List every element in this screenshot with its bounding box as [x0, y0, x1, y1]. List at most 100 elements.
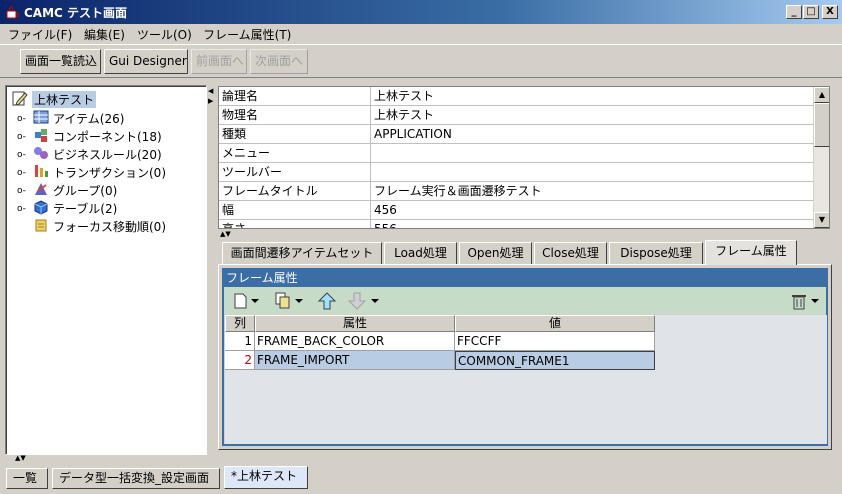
menu-tools[interactable]: ツール(O) [137, 26, 192, 43]
property-scrollbar[interactable]: ▲ ▼ [813, 87, 829, 228]
delete-icon[interactable] [790, 292, 824, 310]
menu-file[interactable]: ファイル(F) [8, 26, 72, 43]
attribute-cell[interactable]: FRAME_IMPORT [255, 351, 455, 370]
tab-frame-attributes[interactable]: フレーム属性 [705, 240, 797, 265]
gui-designer-button[interactable]: Gui Designer [104, 49, 188, 74]
scroll-down-icon[interactable]: ▼ [814, 212, 829, 228]
focus-order-icon [35, 219, 47, 232]
bottom-splitter[interactable]: ▲▼ [5, 454, 835, 464]
property-value[interactable]: フレーム実行＆画面遷移テスト [372, 182, 815, 201]
frame-attributes-panel: フレーム属性 列 属性 値 1 FRAME_BACK_COLOR FFCCFF … [222, 268, 828, 446]
column-header-row[interactable]: 列 [225, 315, 255, 332]
collapse-right-icon[interactable]: ▶ [208, 97, 213, 105]
tab-dispose[interactable]: Dispose処理 [609, 242, 703, 265]
value-cell[interactable]: FFCCFF [455, 332, 655, 351]
doc-tab-current[interactable]: *上林テスト [224, 466, 308, 489]
property-key: ツールバー [219, 163, 371, 182]
property-key: 高さ [219, 220, 371, 228]
property-value[interactable]: 556 [372, 220, 815, 228]
property-row[interactable]: ツールバー [219, 163, 815, 182]
collapse-up-icon[interactable]: ▲▼ [220, 230, 231, 238]
tree-expand-icon[interactable]: o- [17, 114, 26, 124]
panel-toolbar [224, 287, 826, 314]
tree-expand-icon[interactable]: o- [17, 168, 26, 178]
java-app-icon [6, 5, 19, 19]
property-key: 幅 [219, 201, 371, 220]
column-header-attribute[interactable]: 属性 [255, 315, 455, 332]
tab-open[interactable]: Open処理 [459, 242, 532, 265]
property-row[interactable]: メニュー [219, 144, 815, 163]
collapse-bottom-icon[interactable]: ▲▼ [15, 454, 26, 462]
tree-item-label: コンポーネント(18) [53, 130, 162, 144]
property-value[interactable] [372, 144, 815, 163]
tree-item-label: テーブル(2) [53, 202, 118, 216]
tree-expand-icon[interactable]: o- [17, 204, 26, 214]
close-button[interactable]: X [822, 5, 838, 19]
property-key: 物理名 [219, 106, 371, 125]
panel-title: フレーム属性 [224, 270, 826, 287]
screen-list-button[interactable]: 画面一覧読込 [20, 49, 101, 74]
transaction-icon [35, 165, 48, 177]
maximize-button[interactable]: □ [803, 5, 819, 19]
tab-screen-transition-items[interactable]: 画面間遷移アイテムセット [222, 242, 382, 265]
row-number: 2 [225, 351, 255, 370]
menu-edit[interactable]: 編集(E) [84, 26, 125, 43]
property-value[interactable]: 上林テスト [372, 106, 815, 125]
tree-item-label: グループ(0) [53, 184, 118, 198]
tree-item-label: ビジネスルール(20) [53, 148, 162, 162]
scroll-thumb[interactable] [814, 103, 829, 147]
tab-bar: 画面間遷移アイテムセット Load処理 Open処理 Close処理 Dispo… [218, 240, 834, 265]
new-row-icon[interactable] [233, 292, 263, 310]
group-icon [35, 183, 47, 195]
property-key: 種類 [219, 125, 371, 144]
property-row[interactable]: 幅 456 [219, 201, 815, 220]
menu-frame-attributes[interactable]: フレーム属性(T) [203, 26, 291, 43]
column-header-value[interactable]: 値 [455, 315, 655, 332]
document-tabs: 一覧 データ型一括変換_設定画面 *上林テスト [0, 466, 842, 494]
property-table[interactable]: 論理名 上林テスト 物理名 上林テスト 種類 APPLICATION メニュー … [218, 86, 830, 229]
doc-tab-datatype-convert[interactable]: データ型一括変換_設定画面 [52, 468, 220, 489]
tree-expand-icon[interactable]: o- [17, 132, 26, 142]
window-title: CAMC テスト画面 [24, 6, 128, 20]
property-key: フレームタイトル [219, 182, 371, 201]
property-value[interactable]: 上林テスト [372, 87, 815, 106]
copy-row-icon[interactable] [274, 292, 308, 310]
property-row[interactable]: 高さ 556 [219, 220, 815, 228]
tree-expand-icon[interactable]: o- [17, 186, 26, 196]
property-row[interactable]: 種類 APPLICATION [219, 125, 815, 144]
horizontal-splitter[interactable]: ▲▼ [218, 230, 830, 240]
title-bar[interactable]: CAMC テスト画面 _ □ X [0, 0, 842, 24]
prev-screen-button[interactable]: 前画面へ [191, 49, 247, 74]
tree-item-label: アイテム(26) [53, 112, 125, 126]
property-row[interactable]: フレームタイトル フレーム実行＆画面遷移テスト [219, 182, 815, 201]
move-up-icon[interactable] [317, 292, 337, 310]
property-value[interactable]: APPLICATION [372, 125, 815, 144]
menu-bar: ファイル(F) 編集(E) ツール(O) フレーム属性(T) [0, 24, 842, 43]
item-table-icon [33, 110, 49, 124]
edit-document-icon [12, 91, 28, 106]
tab-close[interactable]: Close処理 [534, 242, 607, 265]
next-screen-button[interactable]: 次画面へ [250, 49, 308, 74]
component-icon [35, 129, 47, 142]
business-rule-icon [34, 147, 48, 159]
tree-expand-icon[interactable]: o- [17, 150, 26, 160]
property-row[interactable]: 論理名 上林テスト [219, 87, 815, 106]
vertical-splitter[interactable]: ◀ ▶ [207, 85, 216, 455]
property-key: 論理名 [219, 87, 371, 106]
move-down-icon[interactable] [347, 292, 383, 310]
property-value[interactable] [372, 163, 815, 182]
property-key: メニュー [219, 144, 371, 163]
table-cube-icon [34, 200, 48, 215]
property-row[interactable]: 物理名 上林テスト [219, 106, 815, 125]
tree-item-label: フォーカス移動順(0) [53, 220, 166, 234]
tab-load[interactable]: Load処理 [384, 242, 457, 265]
minimize-button[interactable]: _ [786, 5, 802, 19]
attribute-grid[interactable]: 列 属性 値 1 FRAME_BACK_COLOR FFCCFF 2 FRAME… [225, 315, 827, 444]
value-cell[interactable]: COMMON_FRAME1 [455, 351, 655, 370]
attribute-cell[interactable]: FRAME_BACK_COLOR [255, 332, 455, 351]
scroll-up-icon[interactable]: ▲ [814, 87, 829, 103]
property-value[interactable]: 456 [372, 201, 815, 220]
doc-tab-list[interactable]: 一覧 [6, 468, 48, 489]
screen-tree[interactable]: 上林テスト o- アイテム(26) o- コンポーネント(18) o- ビジネス… [5, 85, 207, 455]
collapse-left-icon[interactable]: ◀ [208, 87, 213, 95]
